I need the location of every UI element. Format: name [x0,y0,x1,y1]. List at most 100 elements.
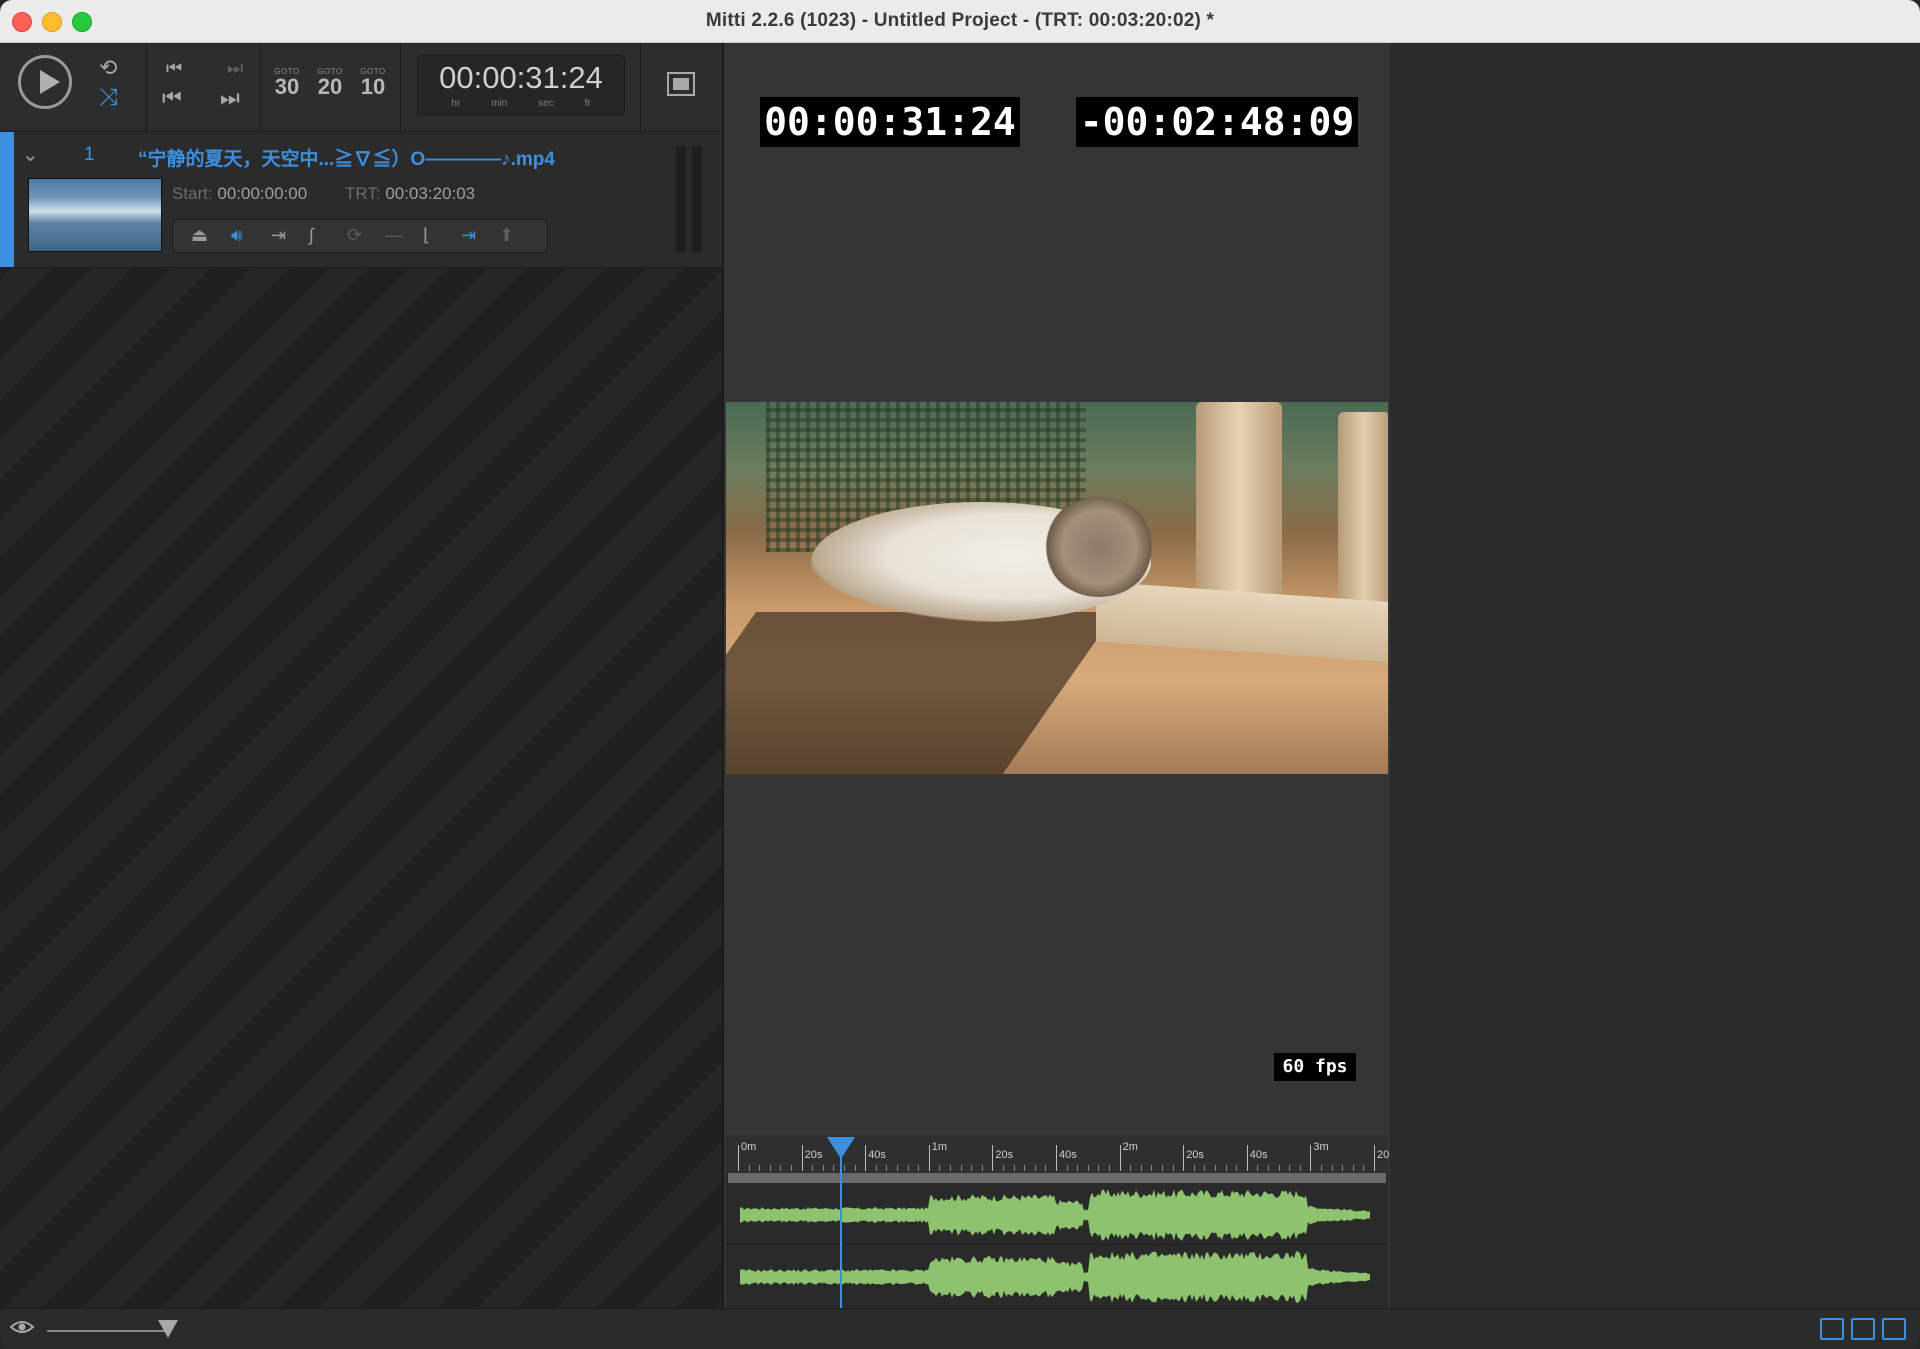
up-arrow-icon[interactable]: ⬆ [499,225,514,246]
timeline-ruler[interactable]: 0m 20s 40s 1m 20s 40s 2m 20s 40s 3m 20 [726,1135,1390,1173]
fast-forward-icon[interactable]: ⏭ [220,87,240,109]
cue-title[interactable]: “宁静的夏天，天空中...≧∇≦）O————♪.mp4 [138,144,555,171]
ruler-label: 20s [1186,1149,1204,1161]
volume-icon[interactable]: 🔊︎ [231,225,242,246]
ruler-minor-tick [833,1165,835,1171]
ruler-minor-tick [822,1165,824,1171]
layout-left-panel-icon[interactable] [1851,1318,1875,1340]
ruler-label: 20s [995,1149,1014,1161]
level-meter-right [692,146,702,252]
timeline[interactable]: 0m 20s 40s 1m 20s 40s 2m 20s 40s 3m 20 [726,1135,1390,1308]
ruler-minor-tick [1215,1165,1216,1171]
ruler-minor-tick [1066,1165,1068,1171]
ruler-tick [738,1145,739,1171]
ruler-minor-tick [897,1165,898,1171]
ruler-minor-tick [791,1165,792,1171]
chevron-down-icon[interactable]: ⌄ [22,142,39,167]
ruler-minor-tick [886,1165,888,1171]
ruler-minor-tick [907,1165,909,1171]
ruler-minor-tick [1130,1165,1132,1171]
ruler-label: 20s [804,1149,823,1161]
ruler-minor-tick [939,1165,941,1171]
timecode-value: 00:00:31:24 [439,60,603,95]
fade-in-icon[interactable]: ∫ [309,225,314,246]
cue-toolbar: ⏏ 🔊︎ ⇥ ∫ ⟳ — ⌊ ⇥ ⬆ [172,219,548,253]
ruler-tick [801,1145,803,1171]
fade-out-icon[interactable]: ⌊ [423,225,430,246]
rewind-icon[interactable]: ⏮ [162,87,182,109]
loop-icon[interactable]: ⟲ [99,57,117,79]
layout-waveform-icon[interactable] [1820,1318,1844,1340]
ruler-minor-tick [1172,1165,1174,1171]
ruler-minor-tick [1321,1165,1322,1171]
ruler-label: 40s [1059,1149,1077,1161]
ruler-minor-tick [1225,1165,1227,1171]
window-title: Mitti 2.2.6 (1023) - Untitled Project - … [705,10,1215,31]
waveform-left-channel [740,1189,1370,1241]
hold-icon[interactable]: — [385,225,403,246]
playhead-handle[interactable] [827,1137,856,1159]
ruler-label: 2m [1122,1141,1138,1153]
goto-20-button[interactable]: GOTO 20 [313,67,347,98]
ruler-minor-tick [1045,1165,1047,1171]
bottom-bar [0,1308,1920,1349]
cue-trt: TRT: 00:03:20:03 [345,184,476,203]
out-point-icon[interactable]: ⇥ [461,225,476,246]
ruler-minor-tick [1331,1165,1333,1171]
ruler-minor-tick [1342,1165,1344,1171]
slider-knob[interactable] [158,1320,178,1338]
cue-thumbnail [28,178,162,252]
ruler-minor-tick [748,1165,750,1171]
ruler-minor-tick [1109,1165,1110,1171]
fullscreen-icon[interactable] [666,71,696,97]
ruler-label: 20 [1377,1149,1390,1161]
ruler-minor-tick [950,1165,951,1171]
waveform-right-channel [740,1251,1370,1303]
waveform-shape [740,1189,1370,1241]
cue-number: 1 [84,144,95,165]
playhead[interactable] [840,1155,843,1308]
ruler-minor-tick [971,1165,973,1171]
ruler-tick [992,1145,994,1171]
thumbnail-size-slider[interactable] [47,1330,167,1332]
eye-icon[interactable] [10,1319,34,1335]
ruler-minor-tick [1151,1165,1153,1171]
scrub-bar[interactable] [728,1173,1386,1183]
cue-list-panel: ⟲ ⤨ ⏮ ⏭ ⏮ ⏭ GOTO 30 GOTO 20 GOTO 10 00:0… [0,43,722,1308]
ruler-minor-tick [1087,1165,1089,1171]
shuffle-icon[interactable]: ⤨ [99,86,118,110]
ruler-label: 3m [1313,1141,1329,1153]
goto-10-button[interactable]: GOTO 10 [356,67,390,98]
timecode-units: hr min sec fr [451,98,591,109]
ruler-tick [1310,1145,1312,1171]
ruler-minor-tick [1034,1165,1036,1171]
level-meter-left [676,146,686,252]
next-cue-small-icon[interactable]: ⏭ [227,57,243,79]
ruler-minor-tick [1363,1165,1365,1171]
ruler-minor-tick [1268,1165,1269,1171]
cue-row[interactable]: ⌄ 1 “宁静的夏天，天空中...≧∇≦）O————♪.mp4 Start: 0… [0,132,722,268]
eject-icon[interactable]: ⏏ [191,225,208,246]
ruler-tick [1246,1145,1248,1171]
ruler-label: 1m [931,1141,948,1153]
goto-30-button[interactable]: GOTO 30 [270,67,304,98]
inspector-panel [1390,43,1920,1308]
cue-selected-indicator [0,132,14,267]
cue-start: Start: 00:00:00:00 [172,184,308,203]
ruler-tick [865,1145,867,1171]
layout-right-panel-icon[interactable] [1882,1318,1906,1340]
previous-cue-icon[interactable]: ⏮ [166,57,182,79]
ruler-tick [1119,1145,1121,1171]
ruler-minor-tick [1140,1165,1142,1171]
play-button[interactable] [18,55,72,109]
elapsed-timecode: 00:00:31:24 [760,97,1020,147]
ruler-minor-tick [875,1165,877,1171]
in-point-icon[interactable]: ⇥ [271,225,286,246]
ruler-minor-tick [960,1165,962,1171]
ruler-minor-tick [1236,1165,1238,1171]
loop-cue-icon[interactable]: ⟳ [347,225,362,246]
preview-panel: 00:00:31:24 -00:02:48:09 60 fps 0m 20s 40s… [722,43,1392,1308]
ruler-minor-tick [1013,1165,1015,1171]
ruler-minor-tick [1289,1165,1291,1171]
ruler-minor-tick [1352,1165,1354,1171]
